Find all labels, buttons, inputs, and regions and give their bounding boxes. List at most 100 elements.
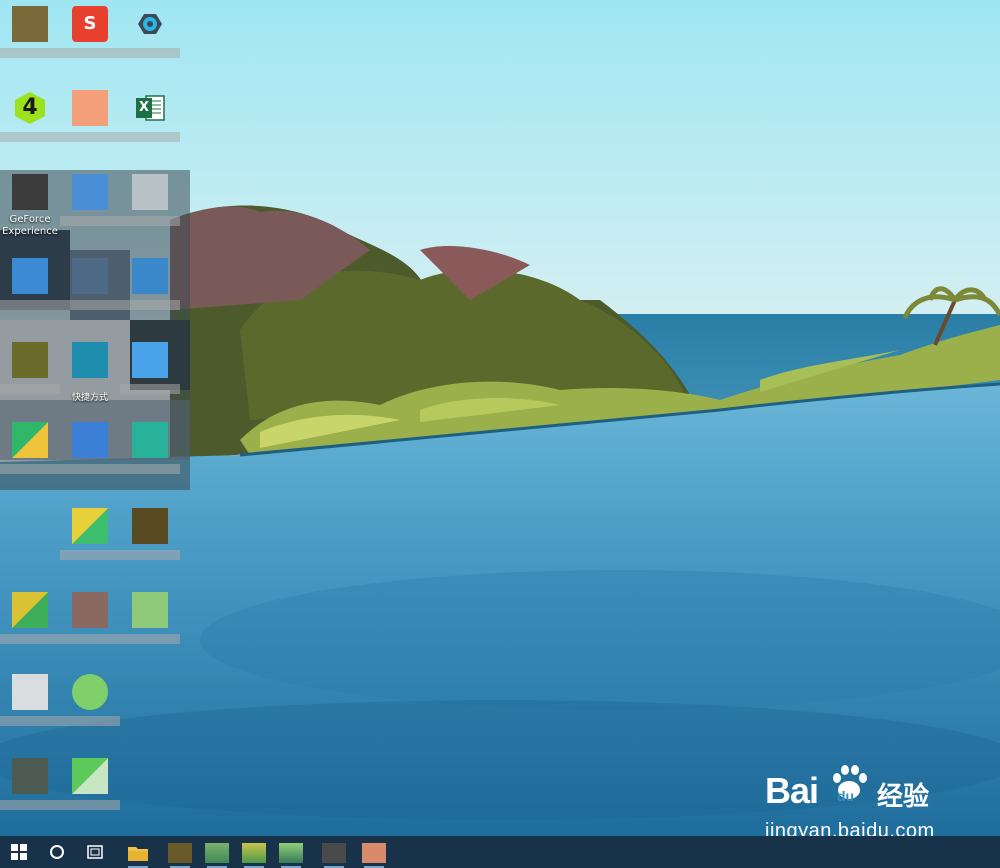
desktop-icon[interactable]: [60, 416, 120, 494]
desktop-icon[interactable]: 4: [0, 84, 60, 162]
app-icon: [72, 674, 108, 710]
cortana-circle-icon: [50, 845, 64, 859]
app-icon: [72, 422, 108, 458]
app-icon: [72, 90, 108, 126]
icon-label-blur: [120, 634, 180, 644]
desktop-icon[interactable]: [0, 252, 60, 330]
icon-label-blur: [60, 132, 120, 142]
app-icon: [132, 342, 168, 378]
app-icon: [12, 422, 48, 458]
start-button[interactable]: [0, 836, 38, 868]
desktop-icon[interactable]: [60, 168, 120, 246]
desktop-icon[interactable]: [0, 0, 60, 78]
task-view-button[interactable]: [76, 836, 114, 868]
taskbar-file-explorer[interactable]: [126, 843, 150, 868]
taskbar: [0, 836, 1000, 868]
icon-label-blur: [60, 300, 120, 310]
icon-label-blur: [120, 300, 180, 310]
icon-label-blur: [120, 550, 180, 560]
desktop-icon[interactable]: [120, 0, 180, 78]
task-view-icon: [87, 845, 103, 859]
taskbar-app[interactable]: [362, 843, 386, 868]
desktop-icon[interactable]: [120, 168, 180, 246]
app-icon: [72, 342, 108, 378]
windows-logo-icon: [11, 844, 27, 860]
app-icon: [12, 758, 48, 794]
desktop-icon[interactable]: [120, 252, 180, 330]
desktop-icon[interactable]: [120, 416, 180, 494]
icon-label-blur: [60, 216, 120, 226]
watermark-brand-cn: 经验: [877, 782, 930, 812]
excel-shortcut[interactable]: X: [120, 84, 180, 162]
desktop-icon[interactable]: [0, 416, 60, 494]
search-button[interactable]: [38, 836, 76, 868]
desktop-icon[interactable]: S: [60, 0, 120, 78]
app-icon: [132, 174, 168, 210]
app-icon: [132, 592, 168, 628]
desktop-icon[interactable]: [0, 336, 60, 414]
desktop-icon[interactable]: [120, 586, 180, 664]
icon-label: GeForce Experience: [2, 214, 58, 237]
app-icon: [12, 258, 48, 294]
icon-label-blur: [120, 464, 180, 474]
number-icon-label: 4: [22, 95, 38, 120]
desktop-icon[interactable]: [60, 668, 120, 746]
desktop-icon[interactable]: [60, 586, 120, 664]
icon-label-blur: [60, 550, 120, 560]
app-icon: [12, 592, 48, 628]
icon-label-blur: [0, 716, 60, 726]
folder-icon: [128, 847, 148, 861]
app-icon: [72, 592, 108, 628]
icon-label-blur: [0, 48, 60, 58]
icon-label-blur: [60, 464, 120, 474]
taskbar-app[interactable]: [205, 843, 229, 868]
red-app-icon: S: [72, 6, 108, 42]
desktop-icon[interactable]: 快捷方式: [60, 336, 120, 414]
icon-label-blur: [120, 132, 180, 142]
desktop-icon[interactable]: [0, 668, 60, 746]
icon-label-blur: [0, 634, 60, 644]
geforce-icon: [12, 174, 48, 210]
icon-label-blur: [120, 384, 180, 394]
baidu-jingyan-watermark: Bai du 经验 jingyan.baidu.com: [765, 758, 945, 848]
desktop-icon[interactable]: [60, 84, 120, 162]
desktop-icon-grid: S 4 X GeForce Experience 快捷方式: [0, 0, 190, 836]
desktop-icon[interactable]: [60, 752, 120, 830]
taskbar-app[interactable]: [279, 843, 303, 868]
icon-label-blur: [120, 216, 180, 226]
icon-label-blur: [0, 132, 60, 142]
gear-icon: [132, 6, 168, 42]
taskbar-app[interactable]: [168, 843, 192, 868]
desktop-icon[interactable]: [120, 502, 180, 580]
app-icon: [72, 258, 108, 294]
watermark-brand-du: du: [837, 788, 855, 804]
app-icon: [12, 674, 48, 710]
icon-label-blur: [0, 300, 60, 310]
icon-label-blur: [60, 48, 120, 58]
desktop-icon[interactable]: [0, 586, 60, 664]
desktop-icon[interactable]: [0, 752, 60, 830]
app-icon: [132, 258, 168, 294]
app-icon: [132, 508, 168, 544]
app-icon: [72, 174, 108, 210]
desktop-icon[interactable]: [120, 336, 180, 414]
taskbar-app[interactable]: [322, 843, 346, 868]
excel-icon: X: [132, 90, 168, 126]
geforce-shortcut[interactable]: GeForce Experience: [0, 168, 60, 246]
icon-label-blur: [0, 384, 60, 394]
icon-label-blur: [0, 800, 60, 810]
app-icon: [72, 508, 108, 544]
desktop-icon[interactable]: [60, 252, 120, 330]
app-icon: [132, 422, 168, 458]
app-icon: [12, 342, 48, 378]
icon-label-blur: [120, 48, 180, 58]
watermark-brand-bai: Bai: [765, 770, 819, 811]
excel-letter: X: [138, 100, 150, 115]
taskbar-app[interactable]: [242, 843, 266, 868]
icon-label-blur: [0, 464, 60, 474]
desktop-icon[interactable]: [60, 502, 120, 580]
icon-label-blur: [60, 716, 120, 726]
app-icon: [72, 758, 108, 794]
icon-label-blur: [60, 634, 120, 644]
hexagon-icon: 4: [12, 90, 48, 126]
